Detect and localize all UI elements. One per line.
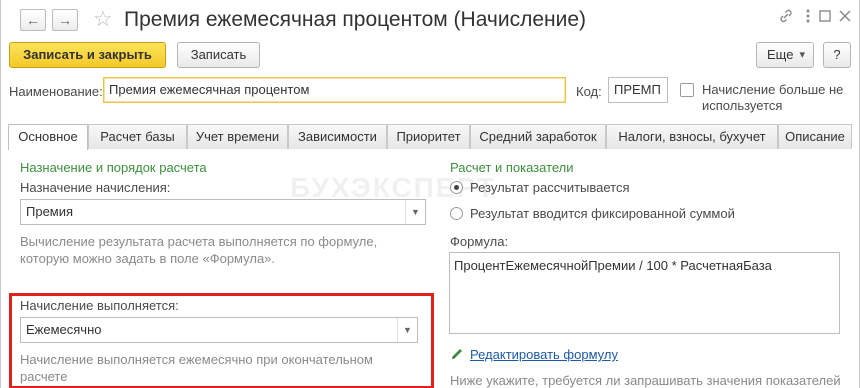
maximize-icon[interactable] (818, 8, 832, 30)
not-used-label: Начисление больше не используется (702, 82, 843, 114)
bottom-hint: Ниже укажите, требуется ли запрашивать з… (450, 373, 841, 388)
code-input[interactable]: ПРЕМП (608, 77, 668, 103)
star-icon[interactable]: ☆ (93, 5, 113, 33)
purpose-section-title: Назначение и порядок расчета (20, 160, 207, 175)
highlight-frame (9, 293, 434, 388)
purpose-hint-line2: которую можно задать в поле «Формула». (20, 251, 276, 266)
pencil-icon (450, 347, 464, 364)
close-icon[interactable] (838, 8, 852, 30)
not-used-label-line1: Начисление больше не (702, 82, 844, 97)
purpose-select-value: Премия (26, 204, 74, 219)
chevron-down-icon: ▾ (799, 49, 805, 61)
tab-strip: Основное Расчет базы Учет времени Зависи… (8, 124, 852, 150)
tab-time-accounting[interactable]: Учет времени (187, 124, 288, 149)
purpose-hint: Вычисление результата расчета выполняетс… (20, 233, 430, 267)
window-title: Премия ежемесячная процентом (Начисление… (124, 8, 587, 31)
back-button[interactable]: ← (20, 9, 46, 31)
forward-button[interactable]: → (52, 9, 78, 31)
radio-calculated-label: Результат рассчитывается (470, 180, 630, 195)
purpose-label: Назначение начисления: (20, 180, 171, 195)
save-button[interactable]: Записать (177, 42, 260, 68)
tab-taxes[interactable]: Налоги, взносы, бухучет (606, 124, 778, 149)
arrow-right-icon: → (58, 12, 72, 28)
help-button[interactable]: ? (823, 42, 851, 68)
not-used-label-line2: используется (702, 98, 783, 113)
save-and-close-button[interactable]: Записать и закрыть (9, 42, 166, 68)
edit-formula-link[interactable]: Редактировать формулу (470, 347, 618, 363)
formula-textarea[interactable]: ПроцентЕжемесячнойПремии / 100 * Расчетн… (449, 252, 840, 334)
formula-label: Формула: (450, 234, 509, 249)
arrow-left-icon: ← (26, 12, 40, 28)
tab-main[interactable]: Основное (8, 124, 88, 150)
more-button[interactable]: Еще ▾ (756, 42, 814, 68)
chevron-down-icon[interactable]: ▼ (405, 200, 425, 224)
link-icon[interactable] (778, 8, 794, 31)
tab-base-calc[interactable]: Расчет базы (88, 124, 187, 149)
calc-section-title: Расчет и показатели (450, 160, 574, 175)
radio-calculated[interactable] (450, 181, 463, 194)
code-label: Код: (576, 84, 602, 99)
not-used-checkbox[interactable] (680, 83, 694, 97)
radio-fixed-label: Результат вводится фиксированной суммой (470, 206, 735, 221)
name-label: Наименование: (9, 84, 103, 99)
purpose-hint-line1: Вычисление результата расчета выполняетс… (20, 234, 378, 249)
more-vertical-icon[interactable] (804, 8, 812, 31)
tab-average-earnings[interactable]: Средний заработок (470, 124, 606, 149)
tab-dependencies[interactable]: Зависимости (288, 124, 387, 149)
purpose-select[interactable]: Премия ▼ (20, 199, 426, 225)
tab-description[interactable]: Описание (778, 124, 852, 149)
more-button-label: Еще (767, 47, 794, 62)
tab-priority[interactable]: Приоритет (387, 124, 470, 149)
radio-fixed[interactable] (450, 207, 463, 220)
name-input[interactable]: Премия ежемесячная процентом (103, 77, 566, 103)
